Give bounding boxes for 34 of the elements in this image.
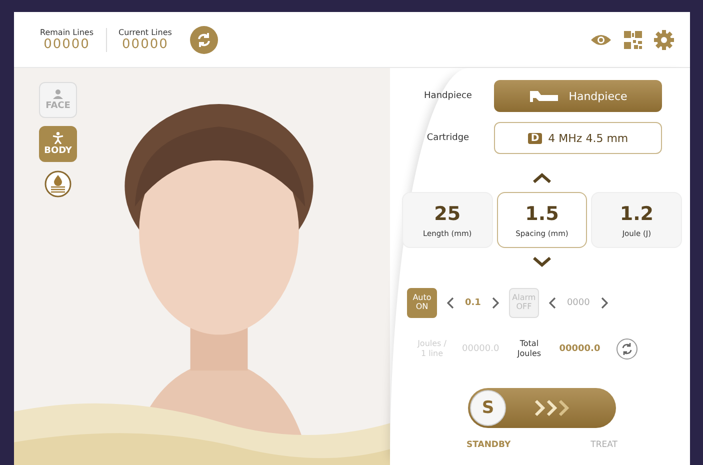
handpiece-icon	[528, 89, 559, 103]
chevron-up-icon[interactable]	[532, 172, 552, 184]
water-drop-icon[interactable]	[44, 170, 72, 198]
eye-icon[interactable]	[590, 32, 612, 46]
step-value: 0000	[566, 298, 590, 308]
cartridge-label: Cartridge	[426, 133, 470, 143]
person-icon	[52, 132, 64, 144]
refresh-button[interactable]	[190, 26, 218, 54]
counter-value: 00000	[44, 36, 90, 52]
switch-label: TREAT	[590, 440, 618, 450]
toggle-button[interactable]: Auto ON	[407, 288, 437, 318]
chevron-left-icon[interactable]	[548, 297, 557, 309]
chevron-right-icon[interactable]	[600, 297, 608, 309]
counter-label: Remain Lines	[40, 28, 94, 36]
counter-label: Current Lines	[118, 28, 172, 36]
joules-value: 00000.0	[559, 344, 600, 354]
chevron-down-icon[interactable]	[532, 256, 552, 268]
qr-code-icon[interactable]	[624, 30, 642, 48]
person-icon	[53, 89, 63, 99]
handpiece-label: Handpiece	[423, 91, 473, 101]
settings-icon[interactable]	[654, 30, 674, 50]
refresh-icon	[196, 32, 212, 48]
joules-label: Total Joules	[516, 339, 542, 359]
chevron-left-icon[interactable]	[447, 297, 455, 309]
chevron-right-icon[interactable]	[490, 297, 499, 309]
mode-button[interactable]: BODY	[39, 126, 77, 162]
switch-knob[interactable]: S	[470, 390, 506, 426]
switch-label: STANDBY	[466, 440, 511, 450]
cartridge-button[interactable]: D 4 MHz 4.5 mm	[494, 122, 662, 154]
handpiece-button[interactable]: Handpiece	[494, 80, 662, 112]
counter-value: 00000	[122, 36, 168, 52]
reset-button[interactable]	[616, 338, 638, 360]
step-value: 0.1	[465, 298, 481, 308]
standby-treat-switch[interactable]: S	[468, 388, 616, 428]
